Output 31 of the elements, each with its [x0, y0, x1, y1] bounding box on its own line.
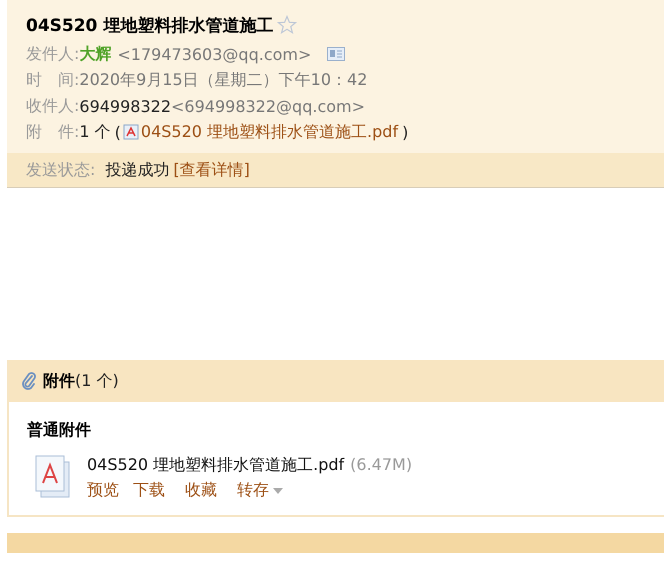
details-link[interactable]: [查看详情] — [173, 160, 250, 180]
recipient-address: <694998322@qq.com> — [171, 96, 366, 116]
action-link[interactable]: 下载 — [133, 480, 165, 501]
email-subject: 04S520 埋地塑料排水管道施工 — [26, 14, 274, 36]
contact-card-icon[interactable] — [327, 47, 346, 61]
action-link[interactable]: 转存 — [237, 480, 283, 501]
star-icon[interactable] — [277, 15, 298, 35]
action-link[interactable]: 收藏 — [185, 480, 217, 501]
sent-time: 2020年9月15日（星期二）下午10：42 — [79, 70, 368, 90]
file-size: (6.47M) — [350, 455, 412, 474]
attachment-link[interactable]: 04S520 埋地塑料排水管道施工.pdf — [140, 122, 398, 142]
attachment-count: 1 个 — [79, 122, 111, 142]
field-label: 时 间: — [26, 70, 80, 90]
paperclip-icon — [21, 372, 37, 390]
recipient-name: 694998322 — [79, 96, 172, 116]
parenthesis: ) — [402, 122, 408, 142]
pdf-icon — [122, 124, 139, 140]
status-label: 发送状态: — [26, 160, 96, 180]
field-label: 发件人: — [26, 44, 80, 64]
status-value: 投递成功 — [105, 160, 170, 180]
sender-address: <179473603@qq.com> — [117, 44, 312, 64]
field-label: 附 件: — [26, 122, 80, 142]
caret-icon — [273, 488, 283, 494]
pdf-file-icon — [35, 455, 71, 499]
parenthesis: ( — [114, 122, 121, 142]
section-title: 普通附件 — [27, 420, 92, 441]
attachments-title: 附件 — [43, 370, 75, 392]
file-name: 04S520 埋地塑料排水管道施工.pdf — [87, 455, 344, 474]
attachments-count: (1 个) — [75, 370, 119, 392]
action-link[interactable]: 预览 — [87, 480, 119, 501]
field-label: 收件人: — [26, 96, 80, 116]
